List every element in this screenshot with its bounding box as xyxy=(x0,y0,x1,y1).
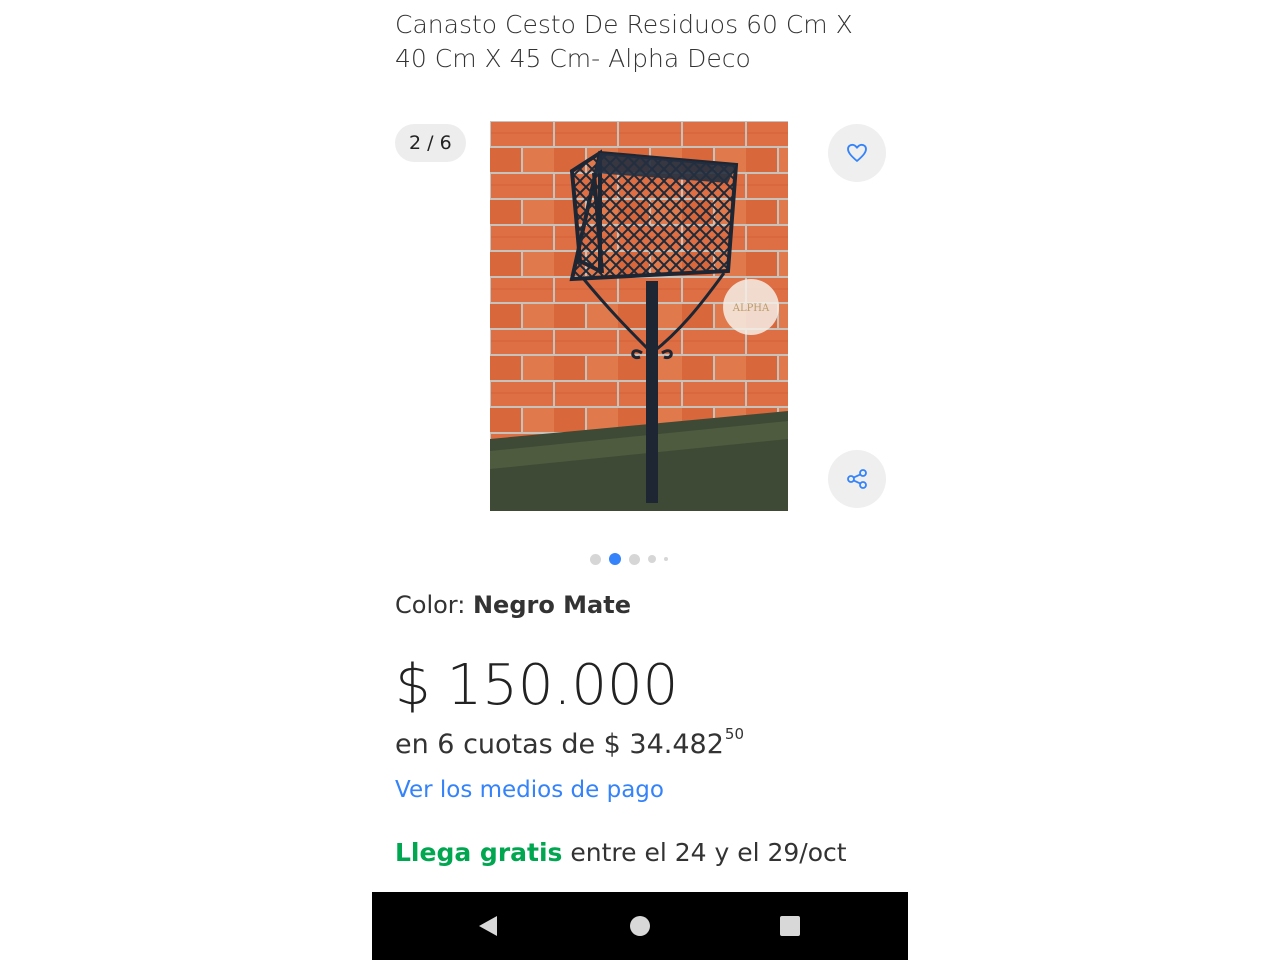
shipping-info: Llega gratis entre el 24 y el 29/oct xyxy=(395,835,847,871)
share-icon xyxy=(847,469,867,489)
price: $ 150.000 xyxy=(395,648,678,724)
payment-methods-link[interactable]: Ver los medios de pago xyxy=(395,773,664,807)
pagination-dot[interactable] xyxy=(590,553,601,565)
product-title: Canasto Cesto De Residuos 60 Cm X 40 Cm … xyxy=(395,10,853,73)
installments-cents: 50 xyxy=(724,725,744,743)
free-shipping-label: Llega gratis xyxy=(395,838,563,867)
color-label: Color: xyxy=(395,591,473,619)
color-value: Negro Mate xyxy=(472,591,632,619)
pagination-dot[interactable] xyxy=(648,555,656,563)
heart-icon xyxy=(847,143,867,162)
nav-back-button[interactable] xyxy=(448,892,528,960)
home-circle-icon xyxy=(630,916,650,936)
recents-square-icon xyxy=(780,916,800,936)
price-value: 150.000 xyxy=(446,653,679,718)
back-triangle-icon xyxy=(479,916,497,936)
watermark-logo: ALPHA xyxy=(732,303,770,314)
price-currency: $ xyxy=(395,653,431,718)
color-variant: Color: Negro Mate xyxy=(395,588,631,622)
nav-home-button[interactable] xyxy=(600,892,680,960)
pagination-dot[interactable] xyxy=(629,553,640,565)
product-image[interactable]: ALPHA xyxy=(490,121,788,511)
product-photo-illustration: ALPHA xyxy=(490,121,788,511)
product-screen: Canasto Cesto De Residuos 60 Cm X 40 Cm … xyxy=(372,0,908,960)
pagination-dot-active[interactable] xyxy=(609,553,621,565)
share-button[interactable] xyxy=(828,450,886,508)
carousel-pagination[interactable] xyxy=(590,553,668,565)
image-counter-badge: 2 / 6 xyxy=(395,124,466,162)
installments: en 6 cuotas de $ 34.48250 xyxy=(395,725,744,767)
pagination-dot[interactable] xyxy=(664,557,668,561)
shipping-dates: entre el 24 y el 29/oct xyxy=(562,838,847,867)
installments-text: en 6 cuotas de $ 34.482 xyxy=(395,729,724,760)
favorite-button[interactable] xyxy=(828,124,886,182)
nav-recents-button[interactable] xyxy=(750,892,830,960)
system-navigation-bar xyxy=(372,892,908,960)
